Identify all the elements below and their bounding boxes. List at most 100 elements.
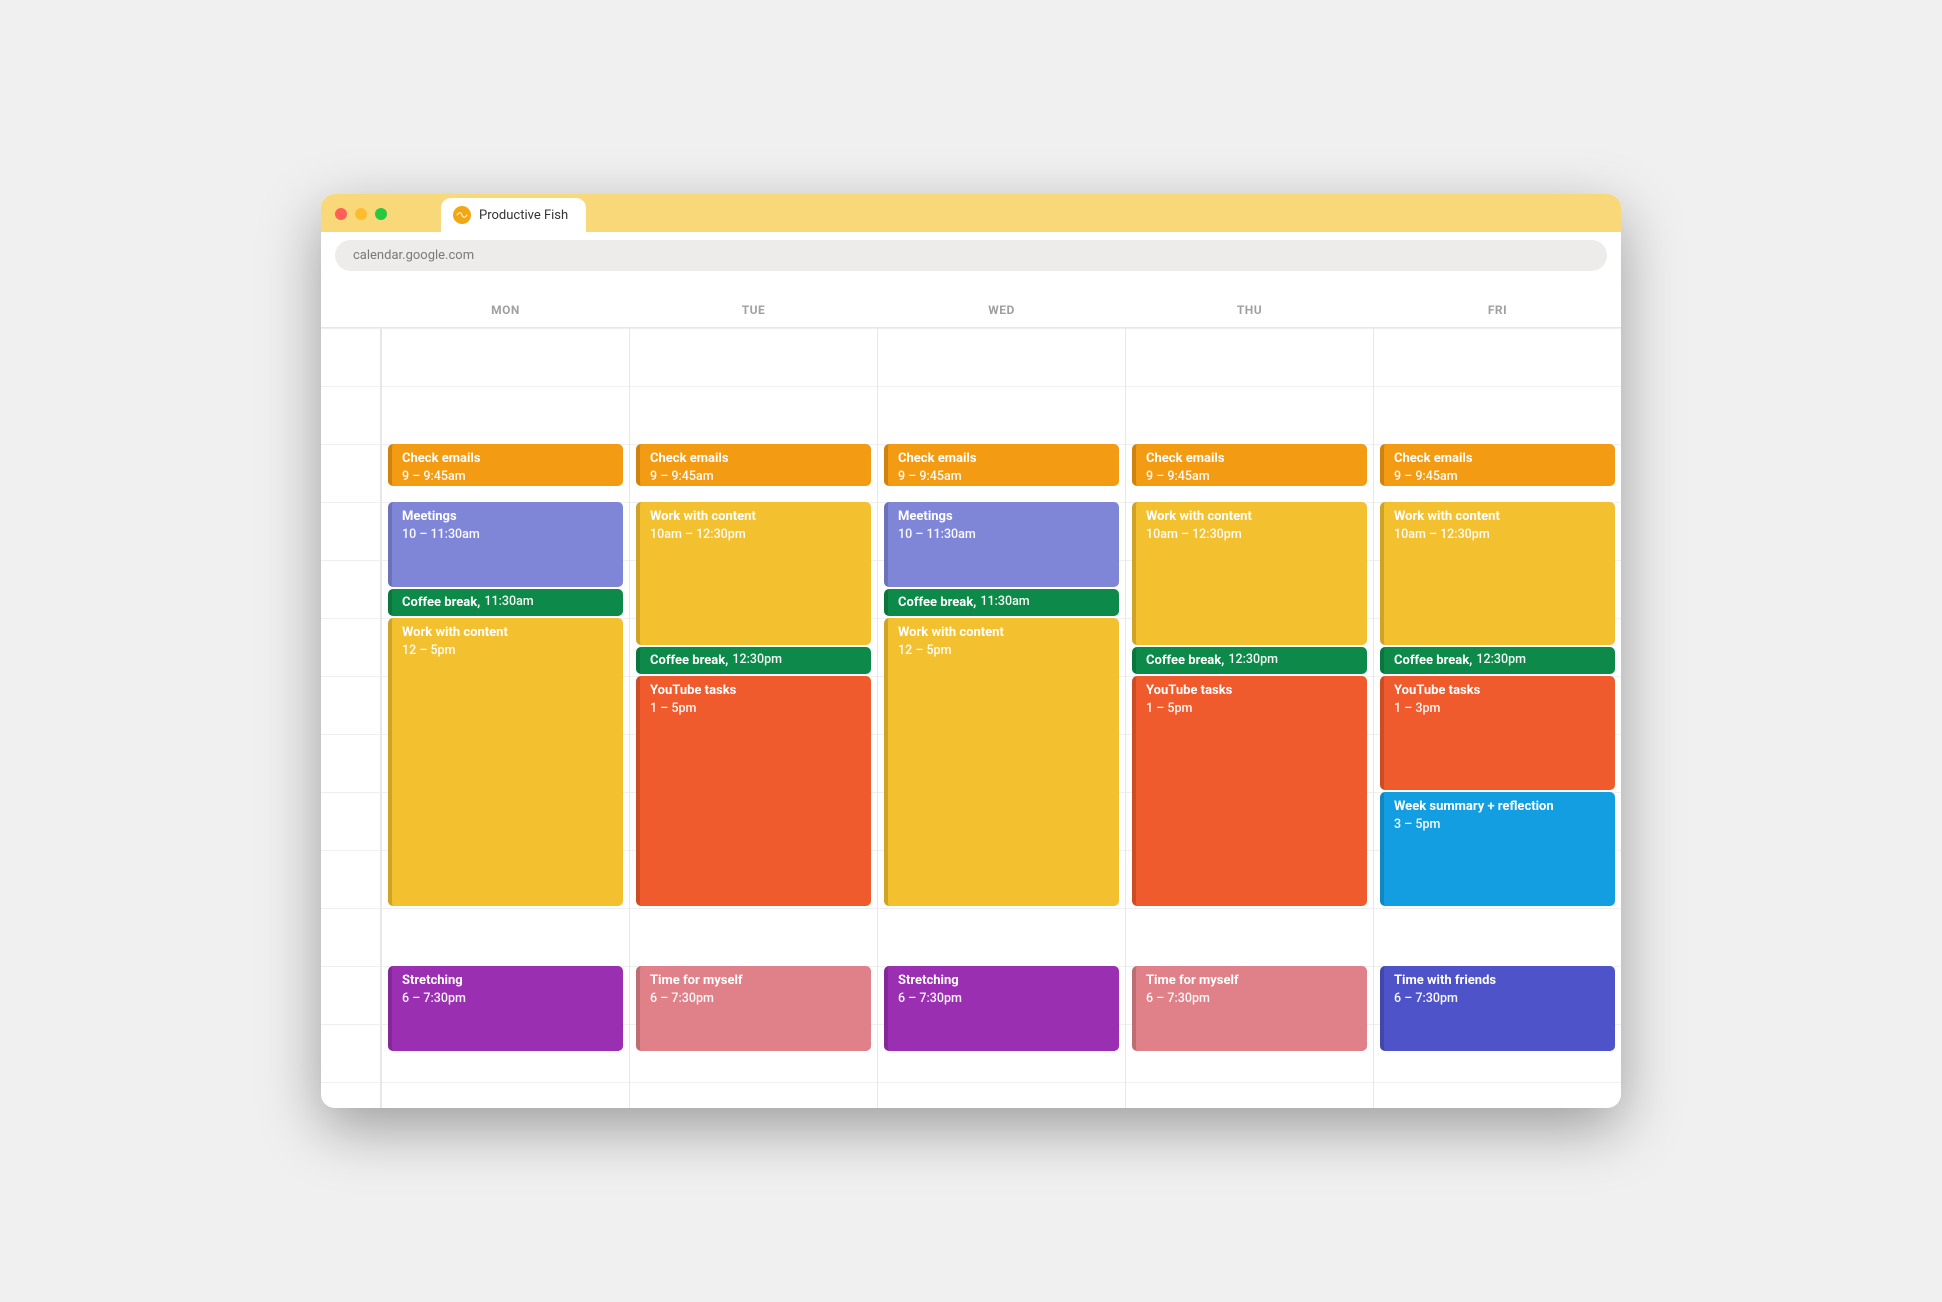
event-time: 6 – 7:30pm xyxy=(402,991,466,1006)
calendar-event[interactable]: YouTube tasks 1 – 5pm xyxy=(1132,676,1367,906)
browser-window: Productive Fish calendar.google.com MONT… xyxy=(321,194,1621,1108)
browser-tab[interactable]: Productive Fish xyxy=(441,198,586,232)
event-time: 1 – 5pm xyxy=(650,701,696,716)
calendar-event[interactable]: Time with friends 6 – 7:30pm xyxy=(1380,966,1615,1051)
calendar-event[interactable]: Week summary + reflection3 – 5pm xyxy=(1380,792,1615,906)
minimize-window-button[interactable] xyxy=(355,208,367,220)
event-title: Check emails xyxy=(1394,451,1473,466)
event-time: 12:30pm xyxy=(732,652,782,669)
calendar-event[interactable]: Check emails 9 – 9:45am xyxy=(1380,444,1615,486)
event-title: Work with content xyxy=(650,509,756,524)
day-column[interactable]: Check emails9 – 9:45amWork with content1… xyxy=(1373,328,1621,1108)
tab-favicon-icon xyxy=(453,206,471,224)
event-title: Time with friends xyxy=(1394,973,1496,988)
calendar-event[interactable]: Check emails 9 – 9:45am xyxy=(884,444,1119,486)
event-time: 12:30pm xyxy=(1476,652,1526,669)
calendar-event[interactable]: Meetings 10 – 11:30am xyxy=(884,502,1119,587)
calendar-event[interactable]: Stretching 6 – 7:30pm xyxy=(388,966,623,1051)
day-column[interactable]: Check emails 9 – 9:45am Work with content 1… xyxy=(1125,328,1373,1108)
calendar-event[interactable]: YouTube tasks 1 – 5pm xyxy=(636,676,871,906)
event-title: YouTube tasks xyxy=(1394,683,1480,698)
event-time: 10am – 12:30pm xyxy=(1146,527,1242,542)
calendar-event[interactable]: Time for myself 6 – 7:30pm xyxy=(636,966,871,1051)
event-title: Work with content xyxy=(1394,509,1500,524)
calendar-event[interactable]: Coffee break 12:30pm xyxy=(1380,647,1615,674)
calendar-event[interactable]: Work with content10am – 12:30pm xyxy=(1380,502,1615,645)
day-header[interactable]: FRI xyxy=(1373,285,1621,327)
event-time: 10 – 11:30am xyxy=(402,527,480,542)
event-time: 1 – 3pm xyxy=(1394,701,1440,716)
calendar-event[interactable]: Coffee break 11:30am xyxy=(884,589,1119,616)
calendar-event[interactable]: Work with content12 – 5pm xyxy=(884,618,1119,906)
url-text: calendar.google.com xyxy=(353,248,474,263)
event-title: Meetings xyxy=(898,509,953,524)
event-time: 6 – 7:30pm xyxy=(650,991,714,1006)
day-header[interactable]: THU xyxy=(1125,285,1373,327)
event-time: 1 – 5pm xyxy=(1146,701,1192,716)
event-time: 10 – 11:30am xyxy=(898,527,976,542)
calendar-event[interactable]: Work with content 12 – 5pm xyxy=(388,618,623,906)
event-title: Coffee break xyxy=(898,594,976,612)
event-time: 9 – 9:45am xyxy=(898,469,962,484)
calendar-event[interactable]: Check emails 9 – 9:45am xyxy=(388,444,623,486)
calendar-event[interactable]: Coffee break 12:30pm xyxy=(1132,647,1367,674)
event-title: Coffee break xyxy=(1394,652,1472,670)
calendar-event[interactable]: Coffee break 12:30pm xyxy=(636,647,871,674)
maximize-window-button[interactable] xyxy=(375,208,387,220)
calendar-event[interactable]: Work with content 10am – 12:30pm xyxy=(636,502,871,645)
event-title: YouTube tasks xyxy=(650,683,736,698)
address-bar[interactable]: calendar.google.com xyxy=(335,240,1607,271)
event-time: 6 – 7:30pm xyxy=(1146,991,1210,1006)
event-time: 10am – 12:30pm xyxy=(650,527,746,542)
event-title: Check emails xyxy=(1146,451,1225,466)
day-column[interactable]: Check emails 9 – 9:45am Meetings 10 – 11:30… xyxy=(381,328,629,1108)
close-window-button[interactable] xyxy=(335,208,347,220)
event-title: Time for myself xyxy=(650,973,743,988)
event-title: Coffee break xyxy=(650,652,728,670)
event-time: 9 – 9:45am xyxy=(402,469,466,484)
event-time: 6 – 7:30pm xyxy=(898,991,962,1006)
calendar-event[interactable]: Check emails9 – 9:45am xyxy=(636,444,871,486)
tab-title: Productive Fish xyxy=(479,208,568,223)
day-column[interactable]: Check emails9 – 9:45am Work with content 1… xyxy=(629,328,877,1108)
day-header[interactable]: TUE xyxy=(629,285,877,327)
time-gutter-header xyxy=(321,285,381,327)
calendar-event[interactable]: Time for myself 6 – 7:30pm xyxy=(1132,966,1367,1051)
event-time: 12 – 5pm xyxy=(402,643,455,658)
event-time: 12:30pm xyxy=(1228,652,1278,669)
address-bar-area: calendar.google.com xyxy=(321,232,1621,285)
calendar-event[interactable]: Stretching 6 – 7:30pm xyxy=(884,966,1119,1051)
event-time: 9 – 9:45am xyxy=(1394,469,1458,484)
window-controls xyxy=(335,208,387,232)
day-header[interactable]: WED xyxy=(877,285,1125,327)
event-title: Work with content xyxy=(898,625,1004,640)
day-header[interactable]: MON xyxy=(381,285,629,327)
event-title: Work with content xyxy=(402,625,508,640)
calendar-event[interactable]: Check emails 9 – 9:45am xyxy=(1132,444,1367,486)
day-headers-row: MONTUEWEDTHUFRI xyxy=(321,285,1621,328)
event-title: Check emails xyxy=(402,451,481,466)
event-title: YouTube tasks xyxy=(1146,683,1232,698)
event-title: Coffee break xyxy=(1146,652,1224,670)
time-gutter xyxy=(321,328,381,1108)
event-title: Check emails xyxy=(650,451,729,466)
calendar-grid[interactable]: Check emails 9 – 9:45am Meetings 10 – 11:30… xyxy=(321,328,1621,1108)
calendar-event[interactable]: Coffee break 11:30am xyxy=(388,589,623,616)
calendar-event[interactable]: Work with content 10am – 12:30pm xyxy=(1132,502,1367,645)
titlebar: Productive Fish xyxy=(321,194,1621,232)
event-time: 6 – 7:30pm xyxy=(1394,991,1458,1006)
event-title: Meetings xyxy=(402,509,457,524)
event-title: Check emails xyxy=(898,451,977,466)
event-title: Coffee break xyxy=(402,594,480,612)
event-title: Time for myself xyxy=(1146,973,1239,988)
event-title: Work with content xyxy=(1146,509,1252,524)
calendar-event[interactable]: Meetings 10 – 11:30am xyxy=(388,502,623,587)
event-time: 11:30am xyxy=(980,594,1029,611)
event-title: Stretching xyxy=(402,973,463,988)
event-time: 11:30am xyxy=(484,594,533,611)
event-title: Stretching xyxy=(898,973,959,988)
calendar-event[interactable]: YouTube tasks 1 – 3pm xyxy=(1380,676,1615,790)
event-time: 9 – 9:45am xyxy=(1146,469,1210,484)
calendar-view: MONTUEWEDTHUFRI Check emails 9 – 9:45am Me… xyxy=(321,285,1621,1108)
day-column[interactable]: Check emails 9 – 9:45am Meetings 10 – 11:30… xyxy=(877,328,1125,1108)
